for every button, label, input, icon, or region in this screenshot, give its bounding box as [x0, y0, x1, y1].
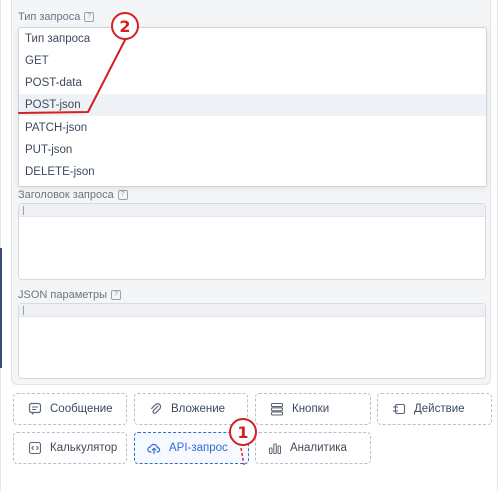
action-block-button[interactable]: Действие — [377, 393, 492, 425]
help-icon[interactable]: ? — [84, 12, 95, 22]
message-block-button[interactable]: Сообщение — [13, 393, 127, 425]
buttons-block-button[interactable]: Кнопки — [255, 393, 371, 425]
option-post-json[interactable]: POST-json — [19, 94, 486, 116]
message-icon — [28, 402, 42, 416]
headers-textarea[interactable] — [18, 203, 486, 280]
action-block-label: Действие — [414, 403, 465, 415]
buttons-icon — [270, 402, 284, 416]
option-post-data[interactable]: POST-data — [19, 72, 486, 94]
headers-label: Заголовок запроса ? — [18, 189, 128, 201]
headers-label-text: Заголовок запроса — [18, 189, 114, 201]
option-put-json[interactable]: PUT-json — [19, 139, 486, 161]
request-type-dropdown[interactable]: Тип запроса GET POST-data POST-json PATC… — [18, 27, 487, 187]
frame-accent-strip — [0, 248, 2, 368]
request-type-label: Тип запроса ? — [18, 11, 95, 23]
resize-handle[interactable] — [23, 206, 24, 215]
analytics-block-button[interactable]: Аналитика — [255, 432, 371, 464]
option-delete-json[interactable]: DELETE-json — [19, 161, 486, 183]
help-icon[interactable]: ? — [111, 290, 122, 300]
textarea-toolbar — [19, 204, 485, 217]
help-icon[interactable]: ? — [117, 190, 128, 200]
textarea-toolbar — [19, 304, 485, 317]
json-params-label-text: JSON параметры — [18, 289, 108, 301]
code-icon — [28, 441, 42, 455]
api-request-block-label: API-запрос — [169, 442, 228, 454]
option-get[interactable]: GET — [19, 50, 486, 72]
frame-left-border — [0, 0, 1, 491]
annotation-marker-1: 1 — [229, 418, 257, 446]
analytics-block-label: Аналитика — [290, 442, 347, 454]
json-params-label: JSON параметры ? — [18, 289, 122, 301]
message-block-label: Сообщение — [50, 403, 113, 415]
option-patch-json[interactable]: PATCH-json — [19, 117, 486, 139]
request-type-label-text: Тип запроса — [18, 11, 81, 23]
attachment-block-button[interactable]: Вложение — [134, 393, 248, 425]
annotation-marker-2: 2 — [111, 12, 139, 40]
calculator-block-button[interactable]: Калькулятор — [13, 432, 127, 464]
frame-right-border — [497, 0, 498, 491]
analytics-icon — [268, 441, 282, 455]
buttons-block-label: Кнопки — [292, 403, 330, 415]
resize-handle[interactable] — [23, 306, 24, 315]
calculator-block-label: Калькулятор — [50, 442, 118, 454]
attachment-icon — [149, 402, 163, 416]
json-params-textarea[interactable] — [18, 303, 486, 379]
action-icon — [392, 402, 406, 416]
cloud-upload-icon — [147, 441, 161, 455]
option-placeholder[interactable]: Тип запроса — [19, 28, 486, 50]
attachment-block-label: Вложение — [171, 403, 226, 415]
